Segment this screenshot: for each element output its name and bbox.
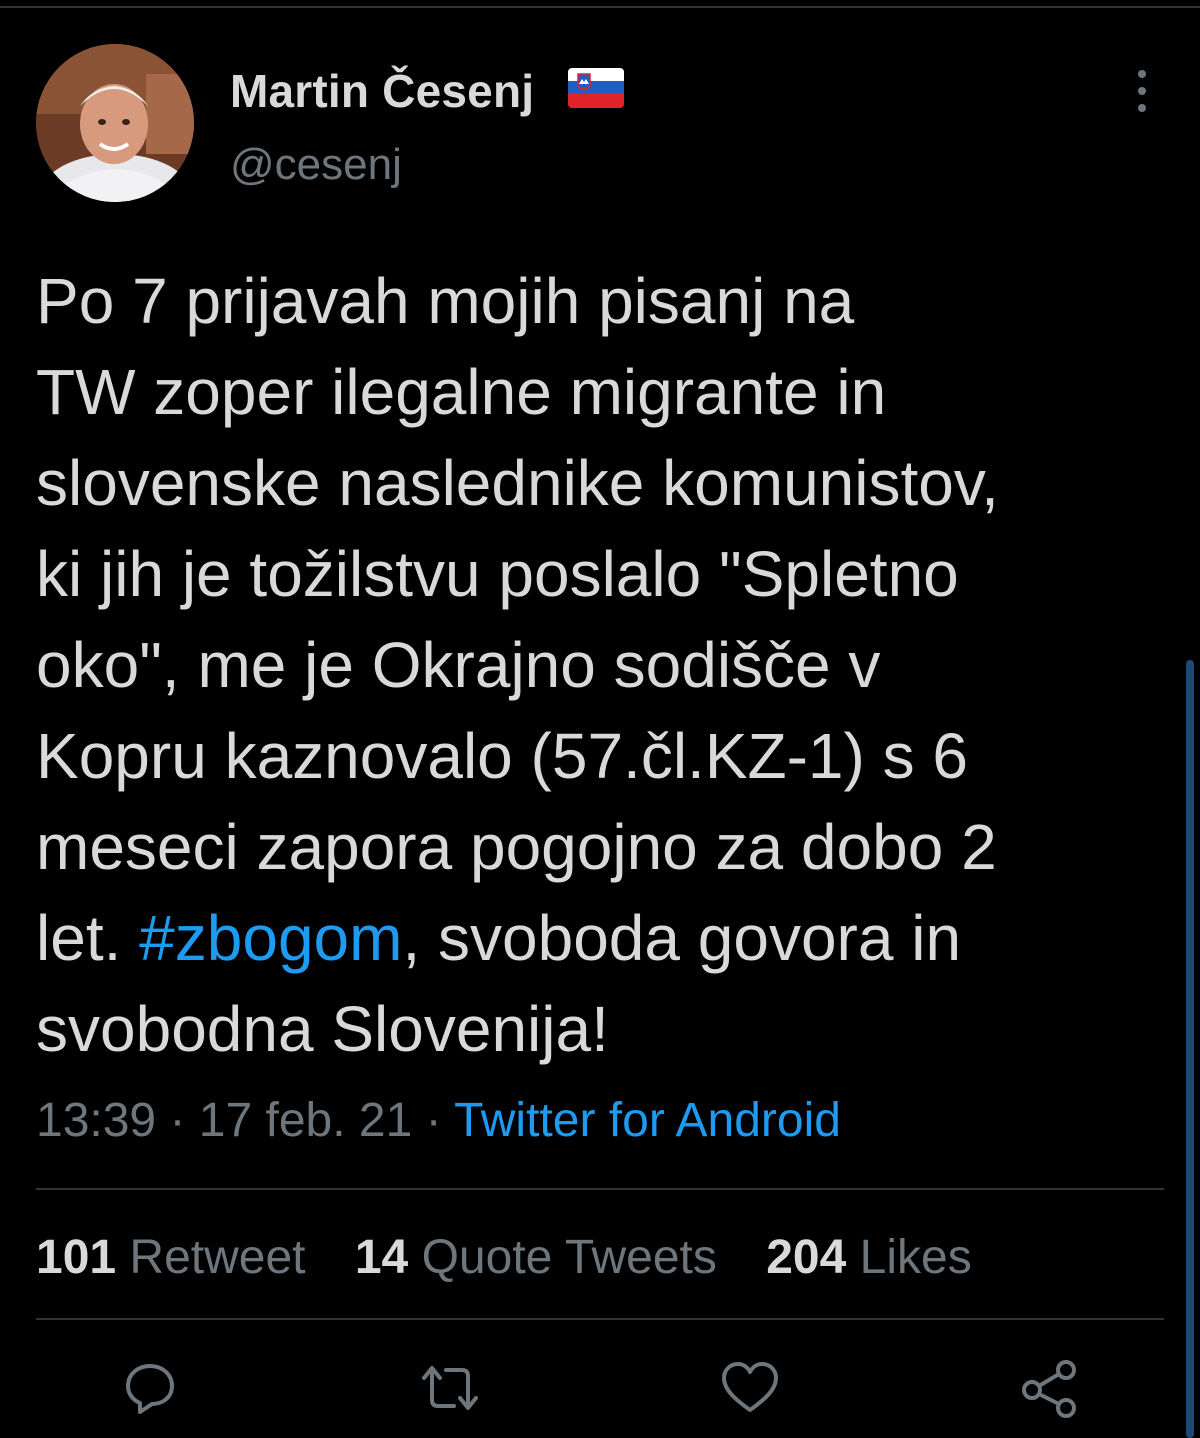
action-bar [0, 1350, 1200, 1430]
likes-stat[interactable]: 204 Likes [766, 1231, 971, 1284]
source-link[interactable]: Twitter for Android [454, 1094, 841, 1147]
tweet-date[interactable]: 17 feb. 21 [199, 1094, 413, 1147]
top-divider [0, 6, 1200, 8]
tweet-line: svobodna Slovenija! [36, 993, 609, 1065]
tweet-line: ki jih je tožilstvu poslalo "Spletno [36, 538, 959, 610]
tweet-line: TW zoper ilegalne migrante in [36, 356, 887, 428]
likes-count: 204 [766, 1231, 847, 1284]
avatar-image [36, 44, 194, 202]
tweet-stats: 101 Retweet 14 Quote Tweets 204 Likes [36, 1230, 1008, 1285]
share-icon[interactable] [1018, 1356, 1082, 1420]
retweets-count: 101 [36, 1231, 117, 1284]
slovenia-flag-icon [568, 68, 624, 108]
reply-icon[interactable] [118, 1356, 182, 1420]
hashtag-link[interactable]: #zbogom [139, 902, 402, 974]
quotes-count: 14 [354, 1231, 409, 1284]
avatar[interactable] [36, 44, 194, 202]
tweet-line: meseci zapora pogojno za dobo 2 [36, 811, 997, 883]
tweet-line: let. #zbogom, svoboda govora in [36, 893, 1166, 984]
user-handle[interactable]: @cesenj [230, 140, 402, 190]
scrollbar[interactable] [1186, 660, 1194, 1438]
likes-label: Likes [846, 1231, 972, 1284]
retweets-stat[interactable]: 101 Retweet [36, 1231, 306, 1284]
tweet-line: Po 7 prijavah mojih pisanj na [36, 265, 855, 337]
tweet-line: Kopru kaznovalo (57.čl.KZ-1) s 6 [36, 720, 968, 792]
more-vertical-icon[interactable] [1124, 70, 1160, 112]
divider [36, 1188, 1164, 1190]
meta-separator: · [156, 1094, 199, 1147]
tweet-text-segment: , svoboda govora in [402, 902, 962, 974]
like-icon[interactable] [718, 1356, 782, 1420]
tweet-time[interactable]: 13:39 [36, 1094, 156, 1147]
divider [36, 1318, 1164, 1320]
quotes-label: Quote Tweets [408, 1231, 717, 1284]
tweet-text-segment: let. [36, 902, 140, 974]
tweet-text: Po 7 prijavah mojih pisanj na TW zoper i… [36, 256, 1166, 1075]
tweet-meta: 13:39 · 17 feb. 21 · Twitter for Android [36, 1093, 841, 1148]
tweet-line: slovenske naslednike komunistov, [36, 447, 999, 519]
meta-separator: · [412, 1094, 455, 1147]
quotes-stat[interactable]: 14 Quote Tweets [355, 1231, 717, 1284]
display-name[interactable]: Martin Česenj [230, 64, 534, 118]
retweet-icon[interactable] [418, 1356, 482, 1420]
tweet-line: oko", me je Okrajno sodišče v [36, 629, 881, 701]
retweets-label: Retweet [116, 1231, 306, 1284]
